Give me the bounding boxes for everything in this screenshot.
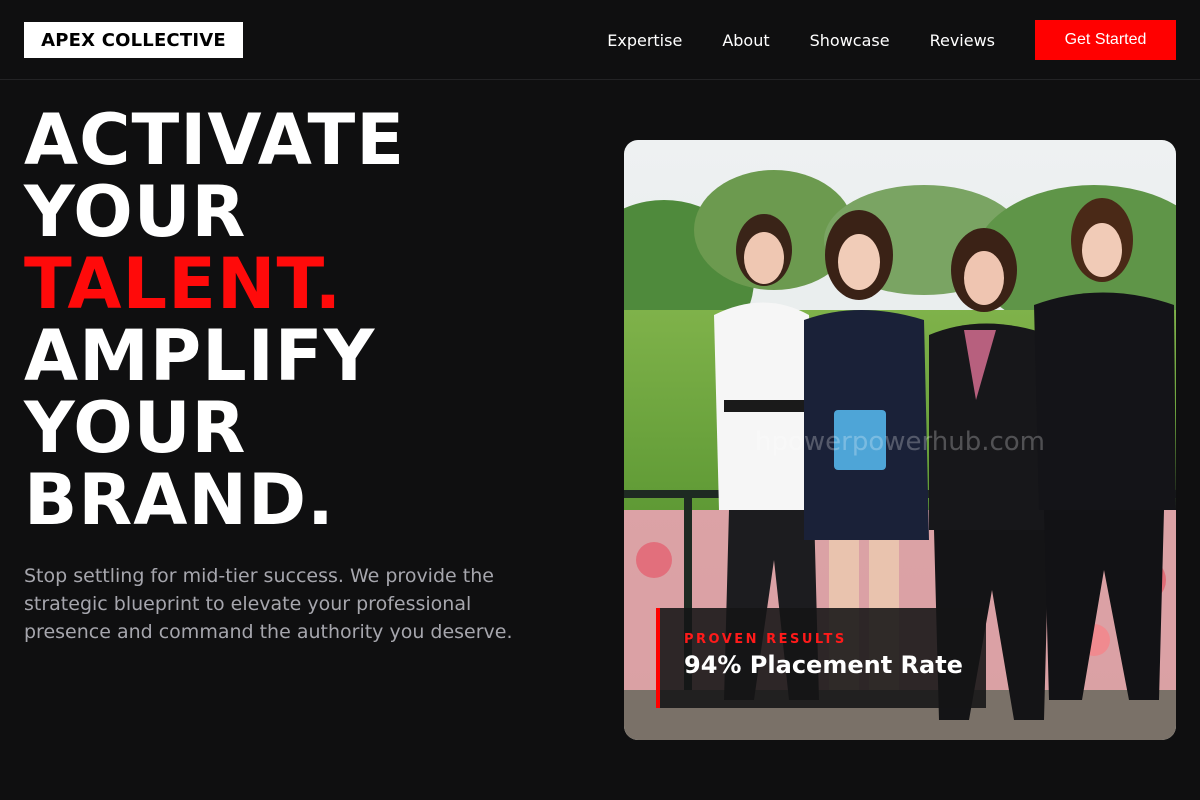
nav-link-about[interactable]: About <box>722 31 769 50</box>
results-kicker: PROVEN RESULTS <box>684 632 847 647</box>
results-badge: PROVEN RESULTS 94% Placement Rate <box>656 608 986 708</box>
site-header: APEX COLLECTIVE Expertise About Showcase… <box>0 0 1200 80</box>
nav-link-showcase[interactable]: Showcase <box>810 31 890 50</box>
hero-line-amplify: AMPLIFY <box>24 315 376 397</box>
hero-line-brand: BRAND. <box>24 459 335 541</box>
hero-line-talent: TALENT. <box>24 243 343 325</box>
team-photo-card: hpowerpowerhub.com PROVEN RESULTS 94% Pl… <box>624 140 1176 740</box>
nav-link-reviews[interactable]: Reviews <box>930 31 995 50</box>
brand-logo[interactable]: APEX COLLECTIVE <box>24 22 243 58</box>
hero-line-your-2: YOUR <box>24 387 247 469</box>
get-started-button[interactable]: Get Started <box>1035 20 1176 60</box>
hero-description: Stop settling for mid-tier success. We p… <box>24 565 513 643</box>
nav-link-expertise[interactable]: Expertise <box>607 31 682 50</box>
photo-watermark: hpowerpowerhub.com <box>755 427 1045 457</box>
hero-headline: ACTIVATE YOUR TALENT. AMPLIFY YOUR BRAND… <box>24 104 405 536</box>
hero-line-your: YOUR <box>24 171 247 253</box>
results-value: 94% Placement Rate <box>684 651 963 679</box>
hero-line-activate: ACTIVATE <box>24 99 406 181</box>
main-nav: Expertise About Showcase Reviews Get Sta… <box>607 0 1176 80</box>
